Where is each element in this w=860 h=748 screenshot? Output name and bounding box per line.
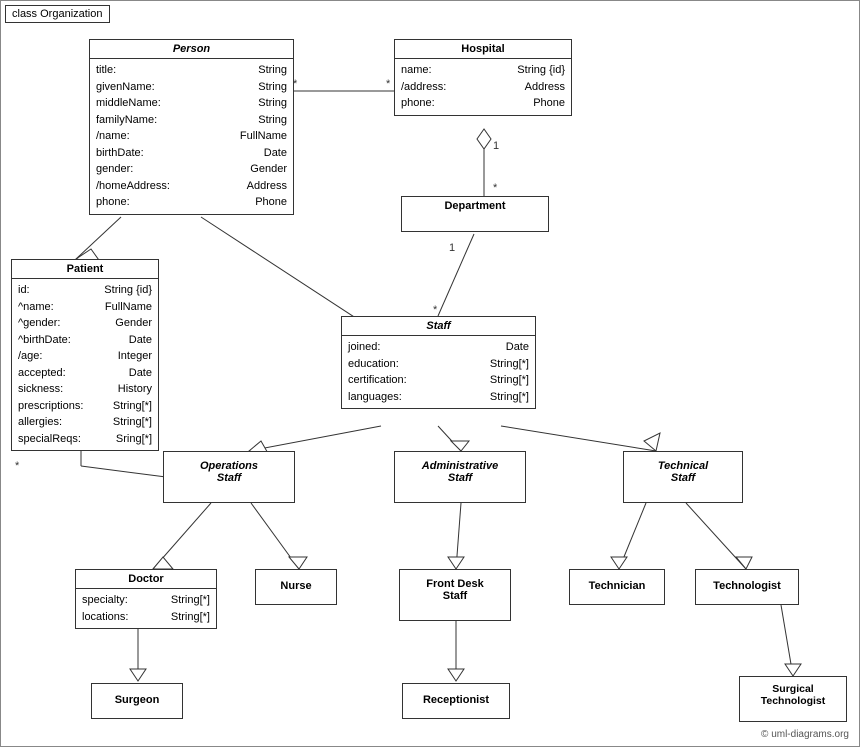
department-box: Department <box>401 196 549 232</box>
receptionist-header: Receptionist <box>403 684 509 709</box>
svg-text:*: * <box>433 304 438 316</box>
department-header: Department <box>402 197 548 215</box>
front-desk-staff-header: Front DeskStaff <box>400 570 510 605</box>
surgical-technologist-box: SurgicalTechnologist <box>739 676 847 722</box>
surgeon-header: Surgeon <box>92 684 182 709</box>
doctor-header: Doctor <box>76 570 216 589</box>
technician-header: Technician <box>570 570 664 595</box>
person-box: Person title:String givenName:String mid… <box>89 39 294 215</box>
hospital-header: Hospital <box>395 40 571 59</box>
patient-body: id:String {id} ^name:FullName ^gender:Ge… <box>12 279 158 450</box>
person-body: title:String givenName:String middleName… <box>90 59 293 214</box>
patient-header: Patient <box>12 260 158 279</box>
svg-text:1: 1 <box>449 242 455 254</box>
svg-text:*: * <box>386 78 391 90</box>
copyright: © uml-diagrams.org <box>761 729 849 740</box>
hospital-box: Hospital name:String {id} /address:Addre… <box>394 39 572 116</box>
administrative-staff-box: AdministrativeStaff <box>394 451 526 503</box>
doctor-body: specialty:String[*] locations:String[*] <box>76 589 216 628</box>
svg-text:1: 1 <box>493 140 499 152</box>
person-header: Person <box>90 40 293 59</box>
technician-box: Technician <box>569 569 665 605</box>
receptionist-box: Receptionist <box>402 683 510 719</box>
operations-staff-header: OperationsStaff <box>164 452 294 487</box>
staff-header: Staff <box>342 317 535 336</box>
surgeon-box: Surgeon <box>91 683 183 719</box>
technologist-header: Technologist <box>696 570 798 595</box>
technical-staff-header: TechnicalStaff <box>624 452 742 487</box>
svg-text:*: * <box>15 460 20 472</box>
nurse-header: Nurse <box>256 570 336 595</box>
technical-staff-box: TechnicalStaff <box>623 451 743 503</box>
svg-text:*: * <box>493 182 498 194</box>
diagram: class Organization * * 1 * 1 * * <box>0 0 860 747</box>
operations-staff-box: OperationsStaff <box>163 451 295 503</box>
diagram-title: class Organization <box>5 5 110 23</box>
hospital-body: name:String {id} /address:Address phone:… <box>395 59 571 115</box>
staff-box: Staff joined:Date education:String[*] ce… <box>341 316 536 409</box>
front-desk-staff-box: Front DeskStaff <box>399 569 511 621</box>
patient-box: Patient id:String {id} ^name:FullName ^g… <box>11 259 159 451</box>
technologist-box: Technologist <box>695 569 799 605</box>
administrative-staff-header: AdministrativeStaff <box>395 452 525 487</box>
doctor-box: Doctor specialty:String[*] locations:Str… <box>75 569 217 629</box>
staff-body: joined:Date education:String[*] certific… <box>342 336 535 408</box>
surgical-technologist-header: SurgicalTechnologist <box>740 677 846 710</box>
nurse-box: Nurse <box>255 569 337 605</box>
